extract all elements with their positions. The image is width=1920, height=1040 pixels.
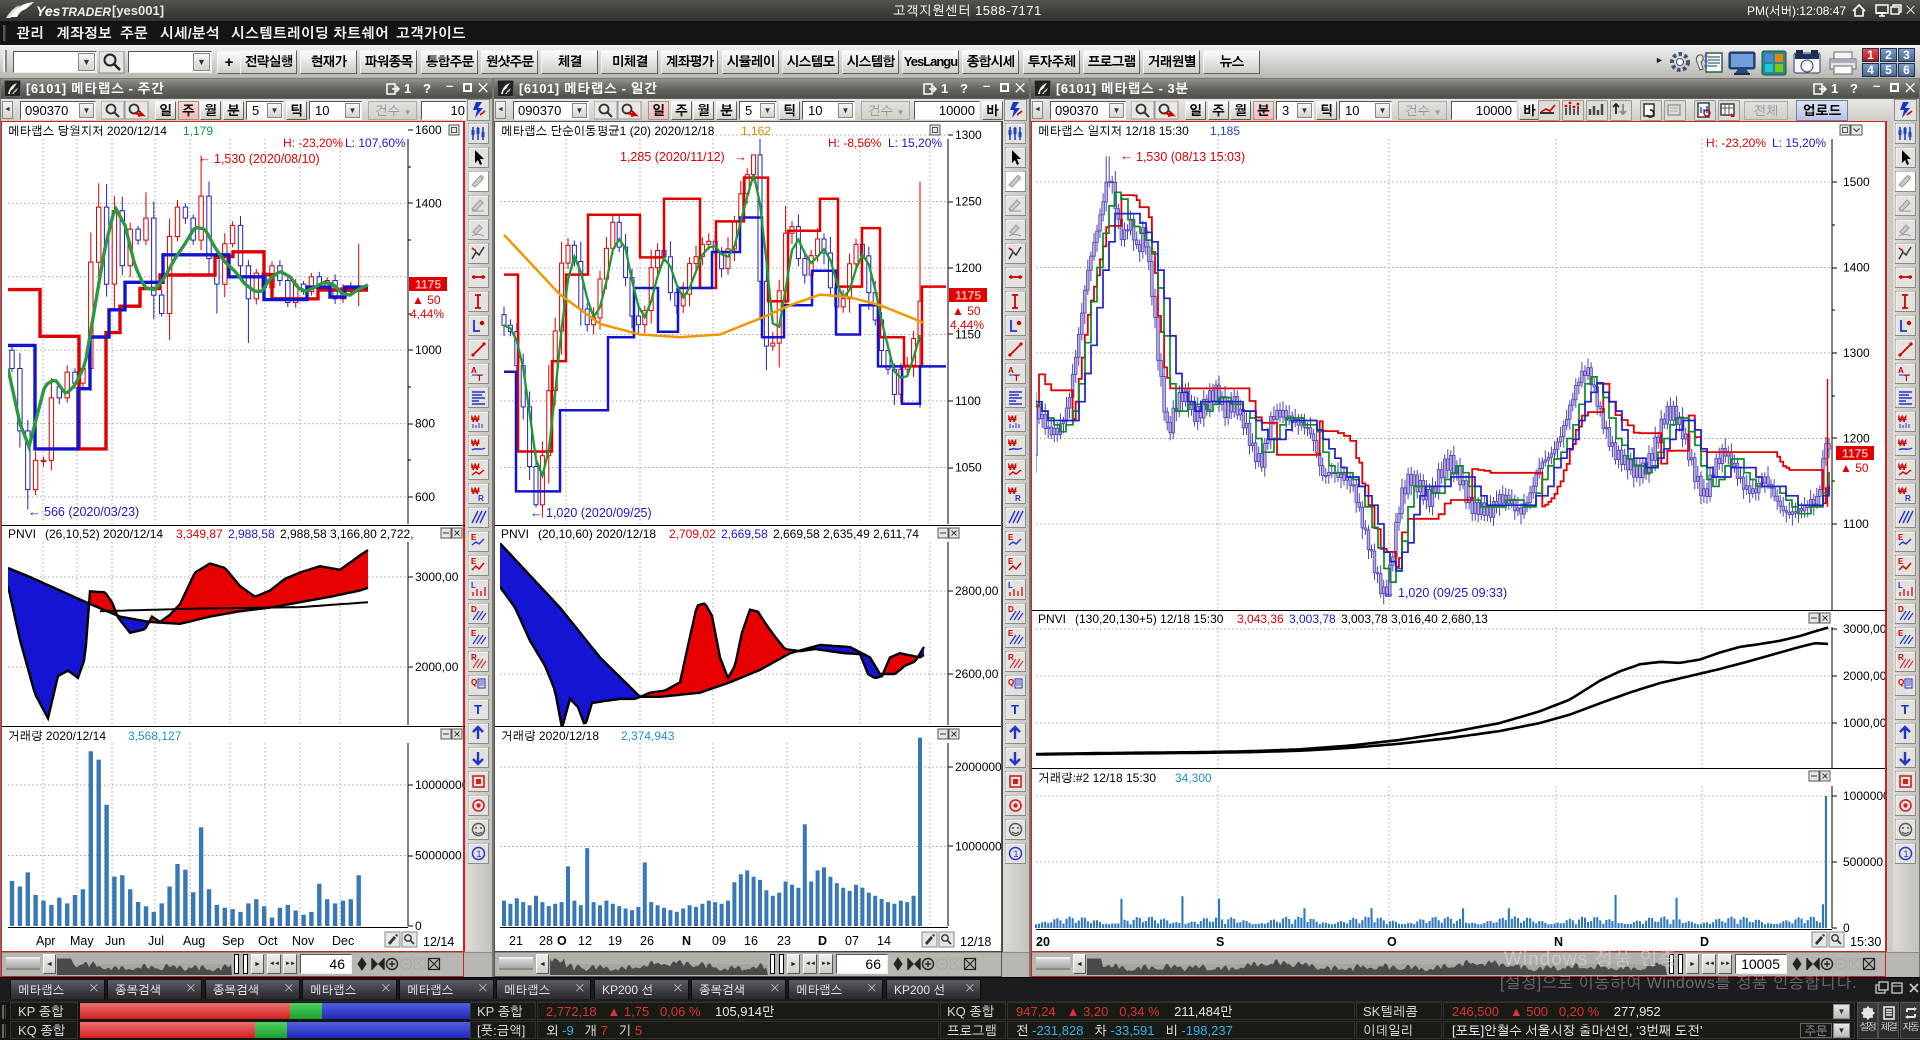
svg-text:E: E <box>1008 557 1014 566</box>
svg-text:TRADER: TRADER <box>61 5 111 19</box>
svg-text:1: 1 <box>477 849 482 859</box>
svg-text:E: E <box>471 533 477 542</box>
svg-text:₩: ₩ <box>1008 438 1017 448</box>
svg-text:R: R <box>1015 494 1021 503</box>
svg-text:D: D <box>471 605 477 614</box>
svg-text:Q: Q <box>471 678 477 687</box>
svg-text:₩: ₩ <box>471 462 480 472</box>
svg-text:₩: ₩ <box>1898 414 1907 424</box>
svg-text:Yes: Yes <box>36 3 61 19</box>
svg-text:E: E <box>1008 533 1014 542</box>
svg-text:R: R <box>1898 653 1904 662</box>
svg-text:₩: ₩ <box>471 414 480 424</box>
svg-text:₩: ₩ <box>471 438 480 448</box>
svg-text:E: E <box>1898 629 1904 638</box>
svg-text:₩: ₩ <box>1008 414 1017 424</box>
svg-text:Q: Q <box>1008 678 1014 687</box>
svg-text:T: T <box>1901 702 1909 717</box>
svg-text:1: 1 <box>1014 849 1019 859</box>
svg-text:L: L <box>471 581 476 590</box>
svg-text:₩: ₩ <box>1008 462 1017 472</box>
svg-text:R: R <box>1905 494 1911 503</box>
svg-text:Q: Q <box>1898 678 1904 687</box>
svg-text:₩: ₩ <box>1898 438 1907 448</box>
svg-text:L: L <box>1008 581 1013 590</box>
svg-text:R: R <box>471 653 477 662</box>
svg-text:E: E <box>1898 557 1904 566</box>
svg-text:T: T <box>1904 374 1909 383</box>
svg-text:E: E <box>1008 629 1014 638</box>
svg-text:D: D <box>1898 605 1904 614</box>
svg-text:1: 1 <box>1904 849 1909 859</box>
svg-text:₩: ₩ <box>1898 462 1907 472</box>
svg-text:T: T <box>474 702 482 717</box>
svg-text:R: R <box>478 494 484 503</box>
svg-text:E: E <box>471 557 477 566</box>
svg-text:E: E <box>471 629 477 638</box>
svg-text:R: R <box>1008 653 1014 662</box>
svg-text:T: T <box>1014 374 1019 383</box>
svg-text:T: T <box>1011 702 1019 717</box>
svg-text:D: D <box>1008 605 1014 614</box>
svg-text:T: T <box>477 374 482 383</box>
svg-text:L: L <box>1898 581 1903 590</box>
svg-text:E: E <box>1898 533 1904 542</box>
